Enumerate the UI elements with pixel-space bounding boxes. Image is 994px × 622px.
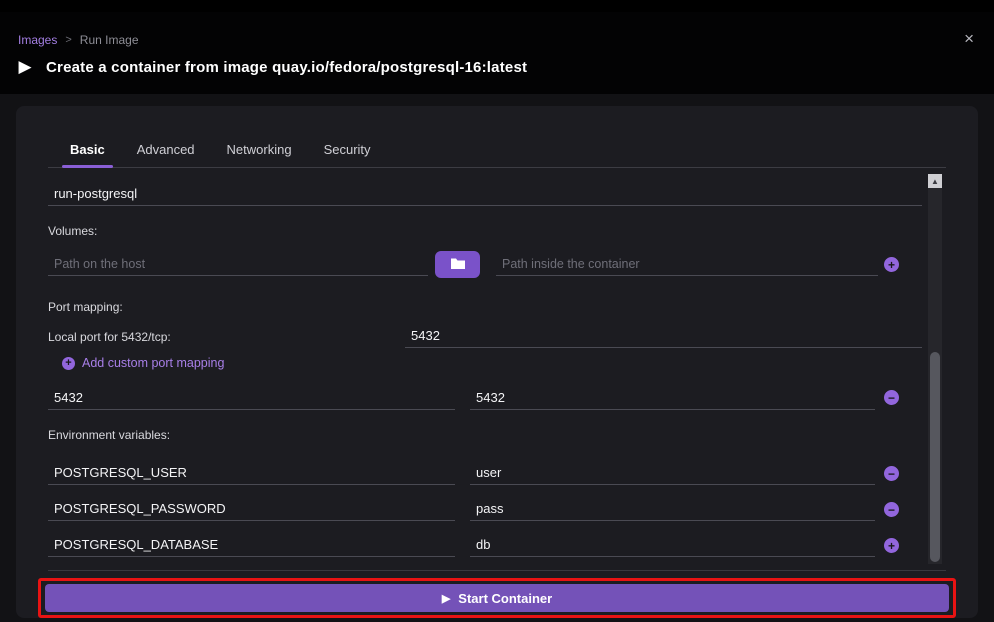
footer-divider: [48, 570, 946, 571]
start-container-button[interactable]: ▶ Start Container: [45, 584, 949, 612]
port-mapping-label: Port mapping:: [48, 300, 123, 314]
env-value-input[interactable]: [470, 461, 875, 485]
env-value-input[interactable]: [470, 497, 875, 521]
container-name-input[interactable]: [48, 182, 922, 206]
page-title: Create a container from image quay.io/fe…: [46, 59, 527, 76]
remove-env-var-icon[interactable]: −: [884, 502, 899, 517]
env-value-input[interactable]: [470, 533, 875, 557]
custom-port-host-input[interactable]: [48, 386, 455, 410]
app-window: Images > Run Image × ▶ Create a containe…: [0, 0, 994, 622]
remove-env-var-icon[interactable]: −: [884, 466, 899, 481]
folder-icon: [450, 257, 466, 273]
add-env-var-icon[interactable]: +: [884, 538, 899, 553]
tab-networking[interactable]: Networking: [211, 142, 308, 167]
page-header: Images > Run Image × ▶ Create a containe…: [0, 12, 994, 94]
add-volume-icon[interactable]: +: [884, 257, 899, 272]
title-row: ▶ Create a container from image quay.io/…: [14, 56, 527, 78]
remove-port-mapping-icon[interactable]: −: [884, 390, 899, 405]
play-icon: ▶: [14, 56, 36, 78]
tab-security[interactable]: Security: [308, 142, 387, 167]
window-top-strip: [0, 0, 994, 12]
tab-basic[interactable]: Basic: [54, 142, 121, 167]
scrollbar-thumb[interactable]: [930, 352, 940, 562]
scrollbar[interactable]: ▲: [928, 174, 942, 564]
local-port-input[interactable]: [405, 324, 922, 348]
volume-host-path-input[interactable]: [48, 252, 428, 276]
volume-container-path-input[interactable]: [496, 252, 878, 276]
breadcrumb-separator: >: [65, 34, 71, 46]
add-port-plus-icon: +: [62, 357, 75, 370]
scroll-up-arrow-icon[interactable]: ▲: [928, 174, 942, 188]
breadcrumb-current: Run Image: [80, 33, 139, 47]
environment-variables-label: Environment variables:: [48, 428, 170, 442]
env-name-input[interactable]: [48, 497, 455, 521]
breadcrumb: Images > Run Image: [18, 33, 139, 47]
start-play-icon: ▶: [442, 592, 450, 605]
local-port-label: Local port for 5432/tcp:: [48, 330, 171, 344]
custom-port-container-input[interactable]: [470, 386, 875, 410]
add-custom-port-mapping-label: Add custom port mapping: [82, 356, 224, 370]
tab-advanced[interactable]: Advanced: [121, 142, 211, 167]
start-container-label: Start Container: [458, 591, 552, 606]
add-custom-port-mapping-link[interactable]: + Add custom port mapping: [62, 356, 224, 370]
close-icon[interactable]: ×: [964, 30, 974, 47]
breadcrumb-images-link[interactable]: Images: [18, 33, 57, 47]
env-name-input[interactable]: [48, 533, 455, 557]
browse-folder-button[interactable]: [435, 251, 480, 278]
run-image-panel: Basic Advanced Networking Security Volum…: [16, 106, 978, 618]
env-name-input[interactable]: [48, 461, 455, 485]
volumes-label: Volumes:: [48, 224, 97, 238]
tab-bar: Basic Advanced Networking Security: [48, 134, 946, 168]
